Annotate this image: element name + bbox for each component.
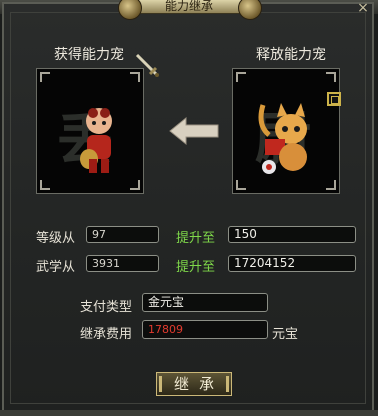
martial-label: 武学从: [36, 260, 76, 275]
source-pet-portrait[interactable]: 丢: [36, 68, 144, 194]
corner-mark: [40, 180, 50, 190]
window-title: 能力继承: [164, 0, 213, 13]
close-icon[interactable]: ×: [354, 0, 372, 18]
target-pet-portrait[interactable]: 尉: [232, 68, 340, 194]
corner-mark: [40, 72, 50, 82]
level-to-field: 150: [228, 226, 356, 243]
cat-pet-sprite: [258, 103, 307, 174]
window-bottom-bar: [0, 410, 378, 416]
transfer-arrow-icon: [169, 116, 219, 146]
source-panel-title: 获得能力宠: [54, 47, 124, 63]
level-to-label: 提升至: [176, 231, 216, 246]
corner-mark: [326, 72, 336, 82]
martial-to-label: 提升至: [176, 260, 216, 275]
martial-to-field: 17204152: [228, 255, 356, 272]
corner-mark: [236, 72, 246, 82]
window-title-plate: 能力继承: [130, 0, 248, 14]
cost-unit: 元宝: [272, 327, 299, 342]
corner-mark: [130, 72, 140, 82]
level-label: 等级从: [36, 231, 76, 246]
target-pet-badge-icon: [327, 92, 341, 106]
cost-field: 17809: [142, 320, 268, 339]
doll-pet-sprite: [80, 108, 112, 173]
inherit-button[interactable]: 继承: [156, 372, 232, 396]
target-panel-title: 释放能力宠: [256, 47, 326, 63]
level-from-field: 97: [86, 226, 159, 243]
payment-label: 支付类型: [80, 300, 133, 315]
corner-mark: [130, 180, 140, 190]
martial-from-field: 3931: [86, 255, 159, 272]
corner-mark: [326, 180, 336, 190]
payment-type-field[interactable]: 金元宝: [142, 293, 268, 312]
cost-label: 继承费用: [80, 327, 133, 342]
corner-mark: [236, 180, 246, 190]
